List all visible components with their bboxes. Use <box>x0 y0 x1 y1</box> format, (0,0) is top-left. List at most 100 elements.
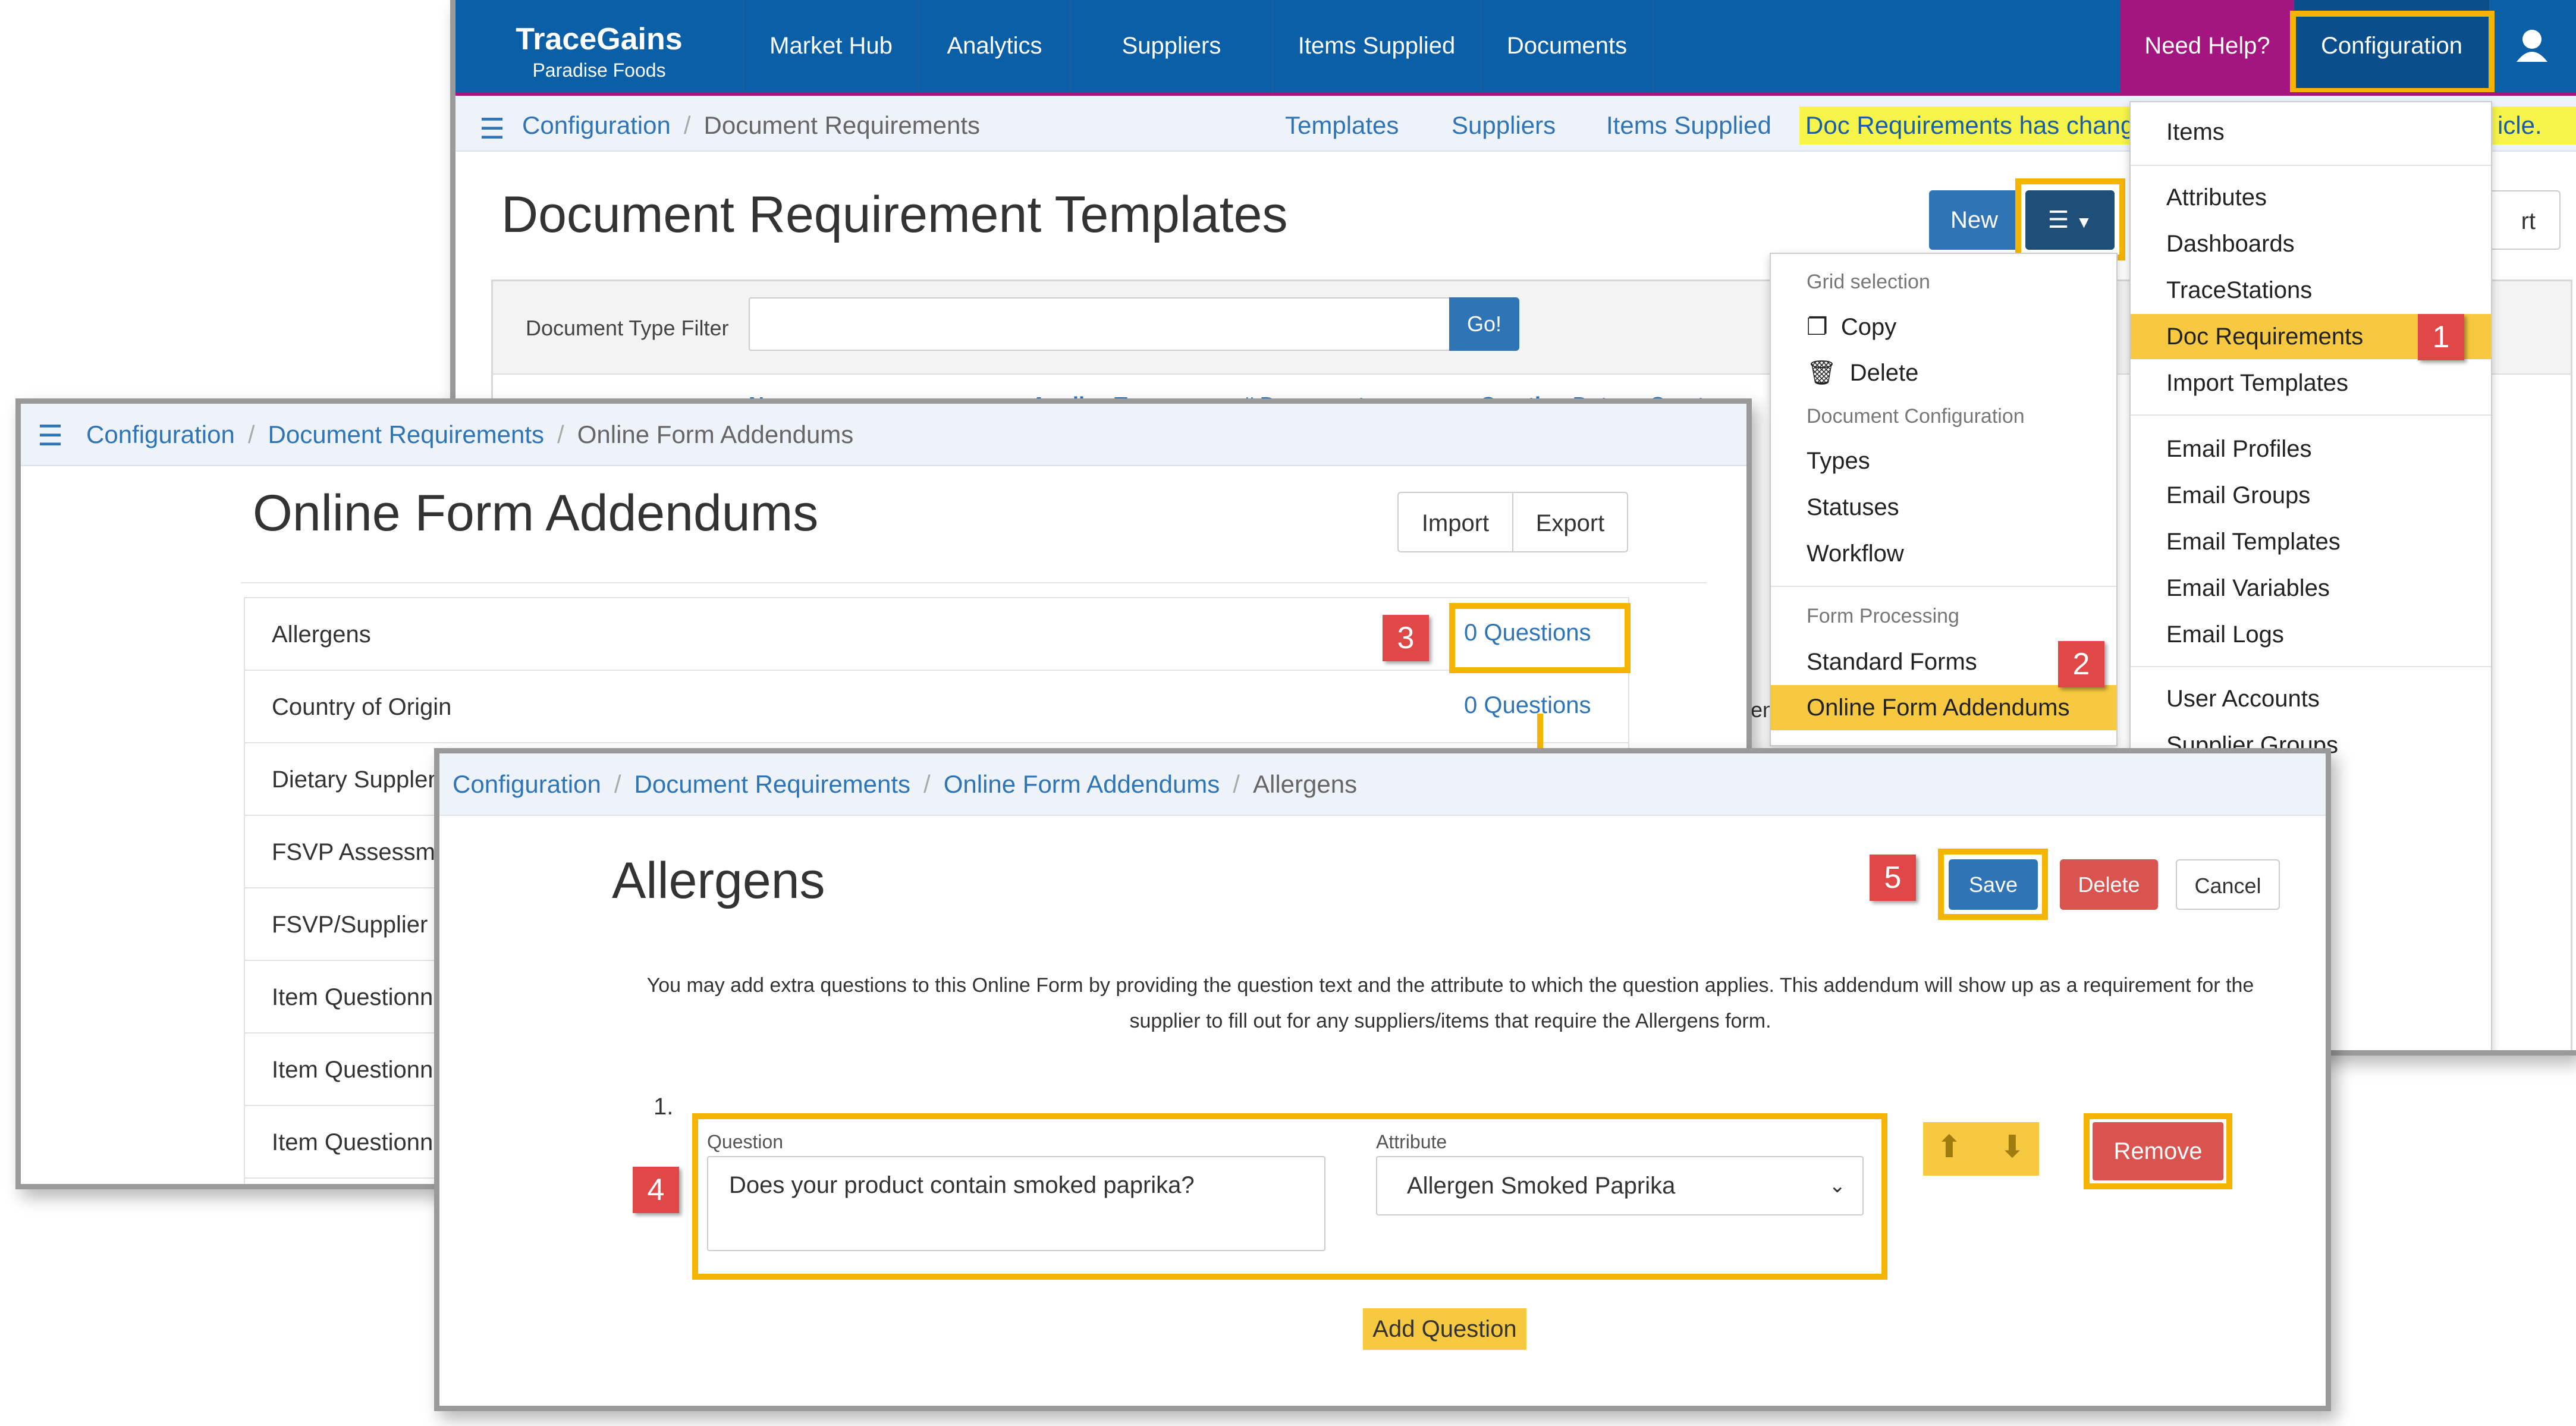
config-tracestations[interactable]: TraceStations <box>2131 268 2491 313</box>
step-badge-4: 4 <box>633 1167 679 1213</box>
subnav-suppliers[interactable]: Suppliers <box>1452 111 1556 140</box>
nav-market-hub[interactable]: Market Hub <box>744 0 919 92</box>
breadcrumb-configuration[interactable]: Configuration <box>453 770 601 798</box>
step-badge-2: 2 <box>2058 641 2104 687</box>
config-items[interactable]: Items <box>2131 109 2491 155</box>
brand[interactable]: TraceGains Paradise Foods <box>455 0 744 92</box>
actions-menu-button[interactable]: ☰ ▼ <box>2025 190 2115 250</box>
arrow-up-icon[interactable]: ⬆ <box>1936 1129 1962 1165</box>
breadcrumb-configuration[interactable]: Configuration <box>86 420 235 448</box>
list-item-label: Dietary Supplen <box>272 767 441 793</box>
config-dashboards[interactable]: Dashboards <box>2131 221 2491 266</box>
caret-down-icon: ▼ <box>2075 213 2093 231</box>
page-title: Document Requirement Templates <box>501 186 1288 243</box>
config-user-accounts[interactable]: User Accounts <box>2131 676 2491 721</box>
dd-delete-label: Delete <box>1849 360 1919 386</box>
attribute-select[interactable]: Allergen Smoked Paprika ⌄ <box>1376 1156 1864 1215</box>
breadcrumb-bar: ☰ Configuration / Document Requirements / On… <box>21 404 1746 466</box>
reorder-controls: ⬆ ⬇ <box>1923 1122 2039 1176</box>
config-attributes[interactable]: Attributes <box>2131 175 2491 220</box>
breadcrumb-online-form-addendums[interactable]: Online Form Addendums <box>944 770 1220 798</box>
list-item-label: FSVP Assessme <box>272 839 449 865</box>
config-email-templates[interactable]: Email Templates <box>2131 519 2491 564</box>
breadcrumb-document-requirements[interactable]: Document Requirements <box>634 770 911 798</box>
dd-copy-label: Copy <box>1840 314 1897 340</box>
arrow-down-icon[interactable]: ⬇ <box>1999 1129 2025 1165</box>
breadcrumb-bar: Configuration / Document Requirements / Onli… <box>439 753 2326 816</box>
subnav-templates[interactable]: Templates <box>1285 111 1399 140</box>
config-divider <box>2131 414 2491 416</box>
save-button[interactable]: Save <box>1949 859 2038 910</box>
list-item-label: Item Questionna <box>272 1129 447 1155</box>
dd-delete[interactable]: 🗑 Delete <box>1771 350 2116 395</box>
breadcrumb: Configuration / Document Requirements <box>522 111 981 139</box>
config-email-groups[interactable]: Email Groups <box>2131 473 2491 518</box>
delete-button[interactable]: Delete <box>2060 859 2158 910</box>
question-textarea-value: Does your product contain smoked paprika… <box>729 1172 1195 1198</box>
export-button[interactable]: Export <box>1512 492 1628 552</box>
title-divider <box>241 582 1707 583</box>
nav-documents[interactable]: Documents <box>1481 0 1654 92</box>
step-badge-1: 1 <box>2418 314 2464 360</box>
config-email-logs[interactable]: Email Logs <box>2131 612 2491 657</box>
dd-statuses[interactable]: Statuses <box>1771 485 2116 530</box>
brand-title: TraceGains <box>516 22 683 56</box>
question-textarea[interactable]: Does your product contain smoked paprika… <box>707 1156 1325 1251</box>
dd-workflow[interactable]: Workflow <box>1771 531 2116 576</box>
top-navbar: TraceGains Paradise Foods Market Hub Ana… <box>455 0 2576 92</box>
nav-suppliers[interactable]: Suppliers <box>1071 0 1273 92</box>
change-notice-text: Doc Requirements has chang <box>1805 111 2135 139</box>
user-icon[interactable] <box>2490 0 2574 92</box>
copy-icon: ❐ <box>1807 314 1828 340</box>
hamburger-icon[interactable]: ☰ <box>37 419 63 453</box>
list-item-label: FSVP/Supplier V <box>272 912 451 938</box>
remove-button[interactable]: Remove <box>2093 1122 2223 1180</box>
question-group: Question Does your product contain smoke… <box>698 1119 1881 1274</box>
config-import-templates[interactable]: Import Templates <box>2131 360 2491 406</box>
question-label: Question <box>707 1131 784 1152</box>
notice-tail-text: icle. <box>2498 111 2542 139</box>
change-notice-tail: icle. <box>2489 106 2550 145</box>
add-question-button[interactable]: Add Question <box>1363 1308 1526 1350</box>
export-partial-label: rt <box>2521 208 2536 234</box>
document-type-filter-input[interactable] <box>749 297 1450 351</box>
list-item[interactable]: Country of Origin <box>245 671 1628 743</box>
breadcrumb-online-form-addendums: Online Form Addendums <box>577 420 854 448</box>
configuration-menu-button[interactable]: Configuration <box>2294 0 2490 92</box>
list-item-label: Item Questionna <box>272 984 447 1010</box>
dd-copy[interactable]: ❐ Copy <box>1771 304 2116 350</box>
nav-analytics[interactable]: Analytics <box>919 0 1071 92</box>
step-badge-3: 3 <box>1383 615 1429 661</box>
list-item-label: Item Questionna <box>272 1057 447 1083</box>
breadcrumb-document-requirements[interactable]: Document Requirements <box>268 420 545 448</box>
instructions-text: You may add extra questions to this Onli… <box>646 974 2254 1032</box>
dd-types[interactable]: Types <box>1771 438 2116 483</box>
breadcrumb-allergens: Allergens <box>1252 770 1358 798</box>
attribute-label: Attribute <box>1376 1131 1447 1152</box>
questions-link-allergens[interactable]: 0 Questions <box>1464 620 1591 646</box>
config-email-variables[interactable]: Email Variables <box>2131 566 2491 611</box>
dd-header-document-configuration: Document Configuration <box>1807 405 2025 428</box>
config-divider <box>2131 666 2491 667</box>
list-icon: ☰ <box>2047 207 2069 233</box>
dd-header-grid-selection: Grid selection <box>1807 271 1930 293</box>
cancel-button[interactable]: Cancel <box>2176 859 2280 910</box>
nav-items-supplied[interactable]: Items Supplied <box>1273 0 1481 92</box>
page-title: Allergens <box>612 852 825 909</box>
subnav-items-supplied[interactable]: Items Supplied <box>1606 111 1771 140</box>
dd-divider <box>1771 586 2116 587</box>
import-button[interactable]: Import <box>1397 492 1513 552</box>
dd-online-form-addendums[interactable]: Online Form Addendums <box>1771 685 2116 730</box>
hamburger-icon[interactable]: ☰ <box>479 112 505 146</box>
list-item-label: Allergens <box>272 621 371 648</box>
question-number: 1. <box>654 1094 674 1120</box>
filter-label: Document Type Filter <box>526 316 729 340</box>
new-button[interactable]: New <box>1929 190 2019 250</box>
go-button[interactable]: Go! <box>1449 297 1519 351</box>
breadcrumb-configuration[interactable]: Configuration <box>522 111 671 139</box>
trash-icon: 🗑 <box>1807 360 1837 386</box>
config-email-profiles[interactable]: Email Profiles <box>2131 426 2491 472</box>
dd-header-form-processing: Form Processing <box>1807 605 1959 627</box>
page-title: Online Form Addendums <box>253 485 819 542</box>
need-help-button[interactable]: Need Help? <box>2121 0 2294 92</box>
